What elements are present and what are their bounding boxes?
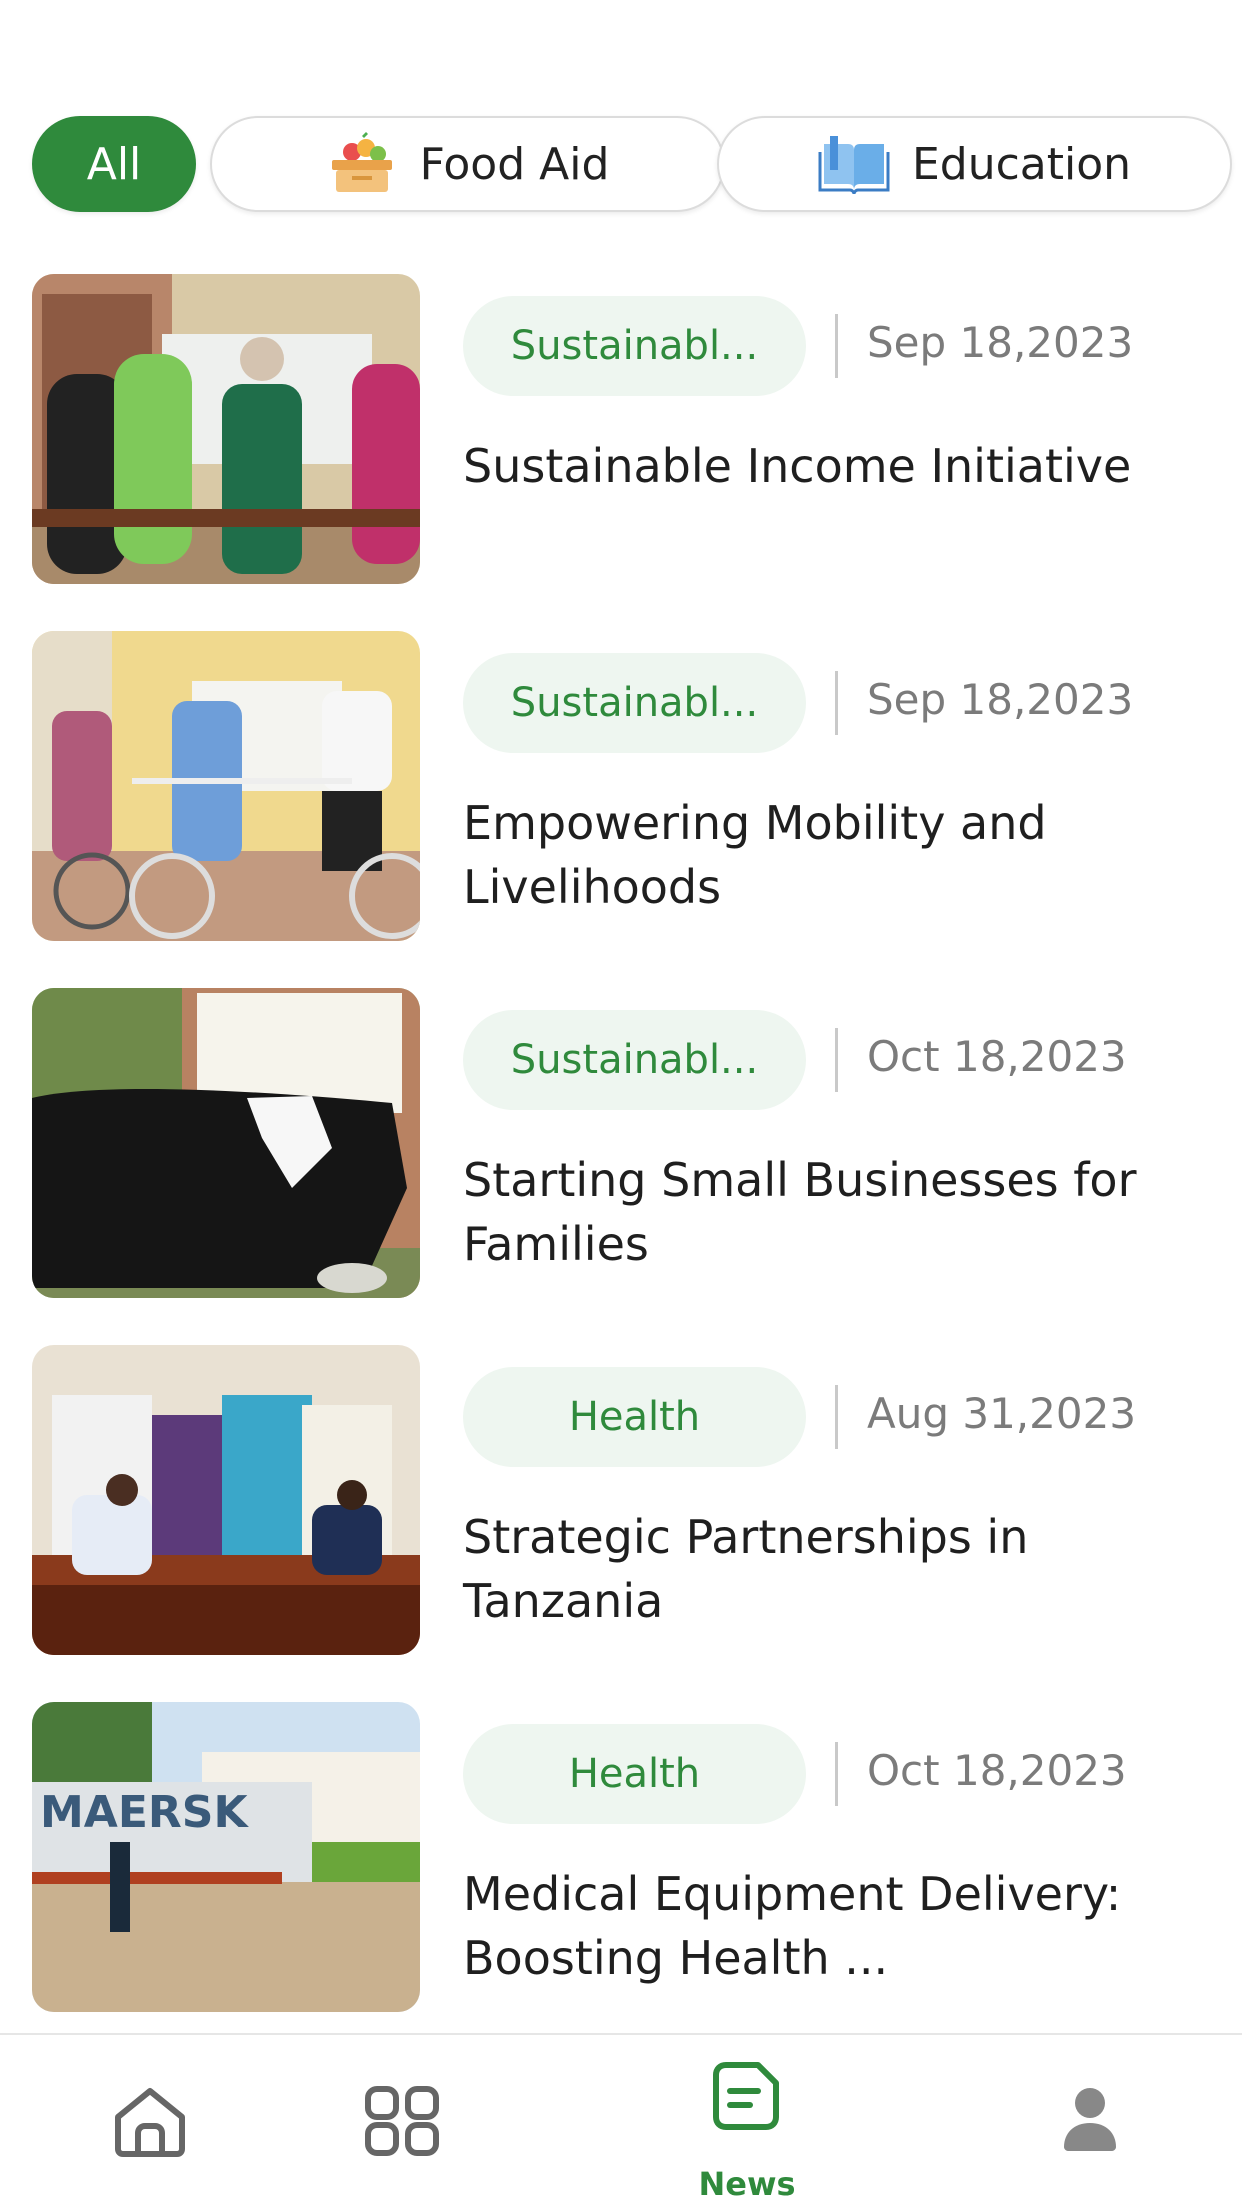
news-title: Strategic Partnerships in Tanzania (463, 1510, 1029, 1628)
news-item[interactable]: Sustainabl... Sep 18,2023 Empowering Mob… (0, 631, 1242, 943)
nav-news-label: News (698, 2165, 796, 2203)
category-badge: Health (463, 1724, 806, 1824)
nav-profile[interactable] (965, 2035, 1215, 2210)
news-title: Medical Equipment Delivery: Boosting Hea… (463, 1867, 1122, 1985)
news-date: Sep 18,2023 (867, 318, 1134, 367)
filter-chip-food-aid[interactable]: Food Aid (210, 116, 725, 212)
divider (835, 314, 838, 378)
filter-chip-label: All (86, 138, 142, 190)
category-badge: Sustainabl... (463, 1010, 806, 1110)
filter-chip-label: Food Aid (419, 138, 610, 190)
book-icon (818, 132, 890, 196)
divider (835, 671, 838, 735)
divider (835, 1028, 838, 1092)
food-basket-icon (326, 132, 398, 196)
nav-categories[interactable] (277, 2035, 527, 2210)
profile-icon (1064, 2088, 1116, 2151)
news-item[interactable]: MAERSK Health Oct 18,2023 Medical Equipm… (0, 1702, 1242, 2014)
home-icon (115, 2088, 185, 2157)
news-item[interactable]: Health Aug 31,2023 Strategic Partnership… (0, 1345, 1242, 1657)
news-title: Starting Small Businesses for Families (463, 1153, 1137, 1271)
news-icon (713, 2062, 779, 2130)
news-title: Sustainable Income Initiative (463, 439, 1132, 493)
news-title: Empowering Mobility and Livelihoods (463, 796, 1047, 914)
grid-icon (365, 2086, 439, 2156)
category-badge: Health (463, 1367, 806, 1467)
nav-home[interactable] (25, 2035, 275, 2210)
news-thumbnail (32, 988, 420, 1298)
filter-chip-all[interactable]: All (32, 116, 196, 212)
divider (835, 1385, 838, 1449)
news-item[interactable]: Sustainabl... Sep 18,2023 Sustainable In… (0, 274, 1242, 586)
news-item[interactable]: Sustainabl... Oct 18,2023 Starting Small… (0, 988, 1242, 1300)
filter-chip-education[interactable]: Education (717, 116, 1232, 212)
news-thumbnail (32, 274, 420, 584)
category-badge: Sustainabl... (463, 296, 806, 396)
news-date: Aug 31,2023 (867, 1389, 1137, 1438)
divider (835, 1742, 838, 1806)
news-thumbnail (32, 1345, 420, 1655)
news-date: Sep 18,2023 (867, 675, 1134, 724)
svg-text:MAERSK: MAERSK (40, 1787, 249, 1838)
news-thumbnail (32, 631, 420, 941)
news-date: Oct 18,2023 (867, 1032, 1127, 1081)
news-date: Oct 18,2023 (867, 1746, 1127, 1795)
nav-news[interactable]: News (622, 2035, 872, 2210)
category-filter-bar: All Food Aid Education (32, 116, 1242, 218)
filter-chip-label: Education (911, 138, 1132, 190)
bottom-navigation: News (0, 2033, 1242, 2210)
category-badge: Sustainabl... (463, 653, 806, 753)
news-thumbnail: MAERSK (32, 1702, 420, 2012)
